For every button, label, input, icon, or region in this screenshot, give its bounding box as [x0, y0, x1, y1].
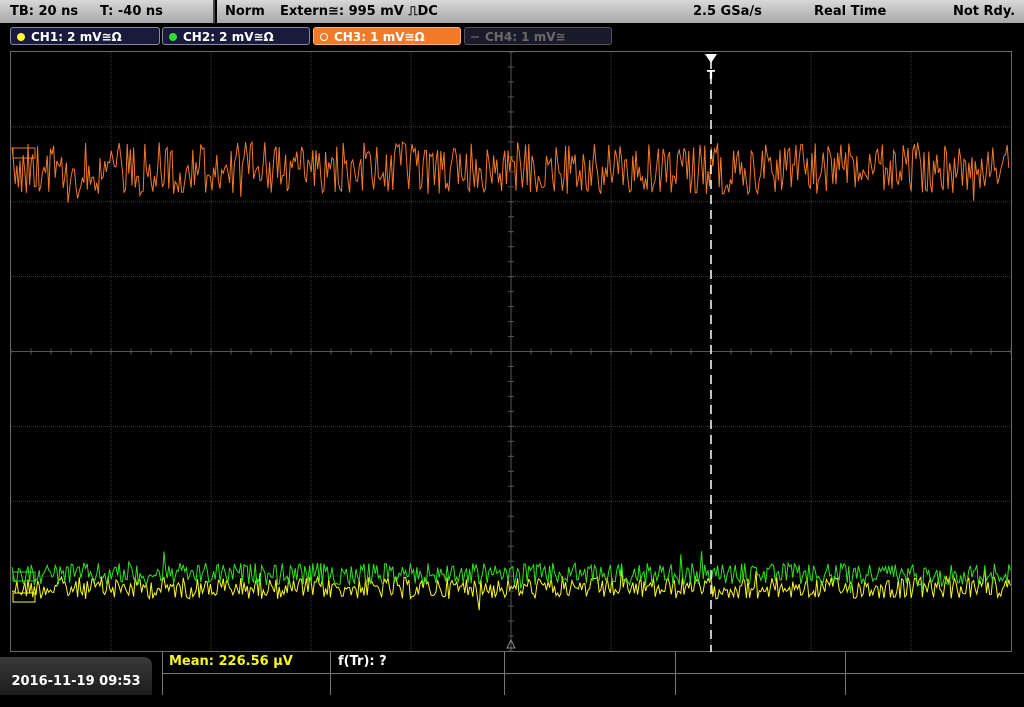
trigger-marker[interactable]: T: [705, 54, 717, 652]
datetime-panel: 2016-11-19 09:53: [0, 657, 152, 695]
measurement-cell-border: [845, 652, 846, 695]
frequency-measurement[interactable]: f(Tr): ?: [338, 654, 387, 669]
measurement-cell-border: [330, 652, 331, 695]
mean-measurement[interactable]: Mean: 226.56 µV: [169, 654, 293, 669]
graticule: [10, 51, 1012, 652]
measurement-panel[interactable]: Mean: 226.56 µV f(Tr): ?: [162, 652, 1024, 695]
measurement-cell-border: [162, 652, 163, 695]
measurement-cell-border: [675, 652, 676, 695]
measurement-divider: [162, 673, 1024, 674]
waveform-canvas: T: [10, 51, 1012, 652]
channel-ground-markers[interactable]: [12, 147, 36, 603]
datetime-label: 2016-11-19 09:53: [11, 674, 141, 689]
channel-3-offset-marker[interactable]: [12, 147, 36, 159]
trigger-letter: T: [707, 68, 716, 82]
trigger-arrow-icon: [705, 54, 717, 63]
channel-3-trace: [11, 140, 1010, 203]
measurement-cell-border: [504, 652, 505, 695]
channel-1-offset-marker[interactable]: [12, 592, 36, 603]
